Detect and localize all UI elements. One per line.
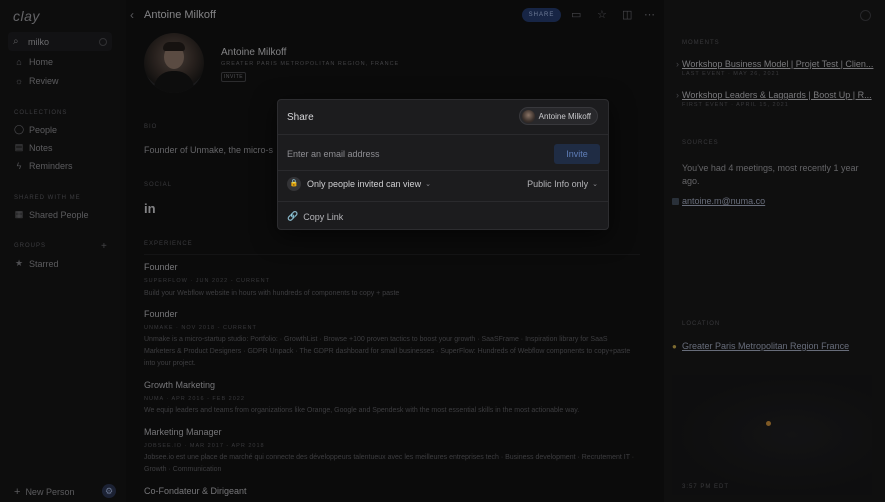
- scope-dropdown[interactable]: Public Info only ⌄: [527, 179, 598, 189]
- scope-label: Public Info only: [527, 179, 589, 189]
- owner-name: Antoine Milkoff: [538, 111, 591, 121]
- share-dialog: Share Antoine Milkoff Invite 🔒 Only peop…: [277, 99, 609, 230]
- copy-link-label: Copy Link: [303, 211, 344, 222]
- copy-link-button[interactable]: 🔗 Copy Link: [287, 211, 343, 222]
- permission-dropdown[interactable]: 🔒 Only people invited can view ⌄: [287, 177, 431, 191]
- owner-chip: Antoine Milkoff: [518, 107, 598, 125]
- invite-button[interactable]: Invite: [554, 144, 600, 164]
- lock-icon: 🔒: [287, 177, 301, 191]
- divider: [278, 201, 608, 202]
- dialog-title: Share: [287, 112, 314, 123]
- email-input[interactable]: [287, 144, 551, 164]
- divider: [278, 134, 608, 135]
- chevron-down-icon: ⌄: [425, 181, 431, 188]
- modal-backdrop[interactable]: [0, 0, 885, 502]
- chevron-down-icon: ⌄: [592, 181, 598, 188]
- owner-avatar: [521, 109, 535, 123]
- divider: [278, 170, 608, 171]
- permission-label: Only people invited can view: [307, 179, 422, 189]
- link-icon: 🔗: [287, 211, 299, 221]
